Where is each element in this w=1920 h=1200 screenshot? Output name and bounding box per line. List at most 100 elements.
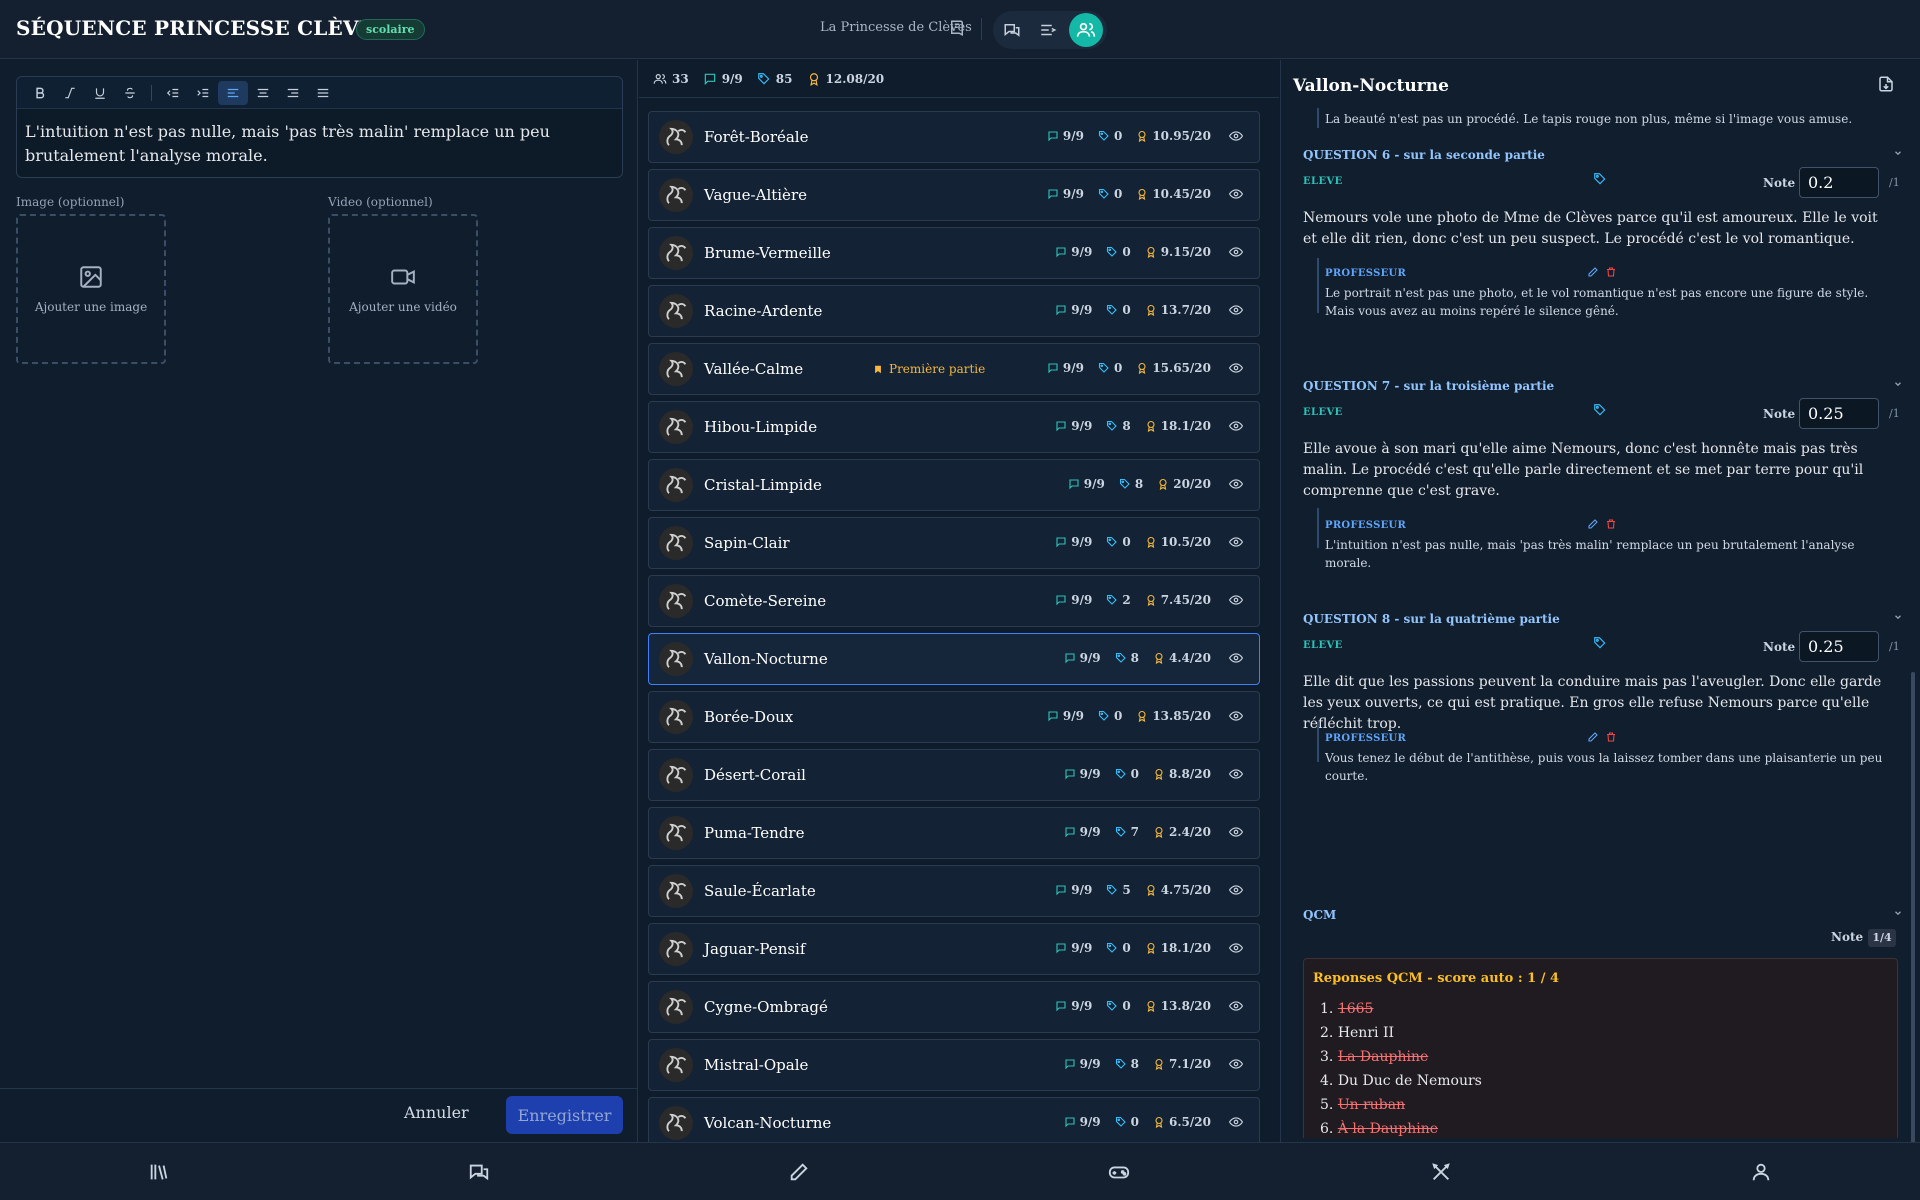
tag-icon[interactable] — [1593, 636, 1607, 650]
trash-icon[interactable] — [1605, 266, 1617, 278]
eye-icon[interactable] — [1229, 825, 1243, 839]
bold-button[interactable] — [25, 81, 55, 105]
tools-icon[interactable] — [1430, 1161, 1452, 1183]
add-image-dropzone[interactable]: Ajouter une image — [16, 214, 166, 364]
student-row[interactable]: Sapin-Clair 9/9 0 10.5/20 — [648, 517, 1260, 569]
chat-view-button[interactable] — [997, 15, 1027, 45]
student-row[interactable]: Comète-Sereine 9/9 2 7.45/20 — [648, 575, 1260, 627]
editor-content[interactable]: L'intuition n'est pas nulle, mais 'pas t… — [17, 109, 622, 179]
eye-icon[interactable] — [1229, 651, 1243, 665]
student-row[interactable]: Racine-Ardente 9/9 0 13.7/20 — [648, 285, 1260, 337]
eye-icon[interactable] — [1229, 1115, 1243, 1129]
list-view-button[interactable] — [1033, 15, 1063, 45]
students-view-button[interactable] — [1069, 13, 1103, 47]
eye-icon[interactable] — [1229, 1057, 1243, 1071]
student-stats: 9/9 0 18.1/20 — [1055, 941, 1243, 955]
align-left-button[interactable] — [218, 80, 248, 105]
eye-icon[interactable] — [1229, 999, 1243, 1013]
eye-icon[interactable] — [1229, 187, 1243, 201]
align-justify-button[interactable] — [308, 81, 338, 105]
student-row[interactable]: Brume-Vermeille 9/9 0 9.15/20 — [648, 227, 1260, 279]
eye-icon[interactable] — [1229, 941, 1243, 955]
align-right-button[interactable] — [278, 81, 308, 105]
outdent-button[interactable] — [158, 81, 188, 105]
align-center-button[interactable] — [248, 81, 278, 105]
eye-icon[interactable] — [1229, 593, 1243, 607]
student-row[interactable]: Hibou-Limpide 9/9 8 18.1/20 — [648, 401, 1260, 453]
student-row[interactable]: Vallon-Nocturne 9/9 8 4.4/20 — [648, 633, 1260, 685]
chevron-down-icon[interactable] — [1893, 379, 1903, 389]
indent-button[interactable] — [188, 81, 218, 105]
q7-note-input[interactable]: 0.25 — [1799, 398, 1879, 429]
student-row[interactable]: Forêt-Boréale 9/9 0 10.95/20 — [648, 111, 1260, 163]
note-label: Note — [1831, 930, 1864, 944]
trash-icon[interactable] — [1605, 731, 1617, 743]
detail-scroll-area[interactable]: La beauté n'est pas un procédé. Le tapis… — [1293, 108, 1908, 1138]
eye-icon[interactable] — [1229, 767, 1243, 781]
add-video-dropzone[interactable]: Ajouter une vidéo — [328, 214, 478, 364]
chevron-down-icon[interactable] — [1893, 908, 1903, 918]
chevron-down-icon[interactable] — [1893, 612, 1903, 622]
eye-icon[interactable] — [1229, 361, 1243, 375]
student-row[interactable]: Saule-Écarlate 9/9 5 4.75/20 — [648, 865, 1260, 917]
qcm-answer: 1. 1665 — [1320, 1001, 1374, 1017]
q6-note-input[interactable]: 0.2 — [1799, 167, 1879, 198]
qcm-title[interactable]: QCM — [1303, 908, 1336, 922]
avatar — [659, 990, 693, 1024]
trash-icon[interactable] — [1605, 518, 1617, 530]
student-row[interactable]: Vallée-Calme Première partie 9/9 0 15.65/20 — [648, 343, 1260, 395]
cancel-button[interactable]: Annuler — [404, 1103, 469, 1122]
student-name: Borée-Doux — [704, 708, 794, 726]
editor-footer: Annuler Enregistrer — [0, 1088, 638, 1142]
eye-icon[interactable] — [1229, 129, 1243, 143]
award-icon: 18.1/20 — [1145, 941, 1211, 955]
comment-icon: 9/9 — [1064, 651, 1101, 665]
tag-icon: 0 — [1115, 767, 1139, 781]
italic-button[interactable] — [55, 81, 85, 105]
underline-button[interactable] — [85, 81, 115, 105]
tag-icon: 0 — [1106, 999, 1131, 1013]
tag-icon[interactable] — [1593, 403, 1607, 417]
student-row[interactable]: Désert-Corail 9/9 0 8.8/20 — [648, 749, 1260, 801]
eye-icon[interactable] — [1229, 419, 1243, 433]
eye-icon[interactable] — [1229, 477, 1243, 491]
student-row[interactable]: Jaguar-Pensif 9/9 0 18.1/20 — [648, 923, 1260, 975]
export-pdf-icon[interactable] — [1877, 75, 1895, 93]
student-row[interactable]: Borée-Doux 9/9 0 13.85/20 — [648, 691, 1260, 743]
tag-icon[interactable] — [1593, 172, 1607, 186]
eye-icon[interactable] — [1229, 535, 1243, 549]
save-button[interactable]: Enregistrer — [506, 1096, 623, 1134]
toolbar-separator — [151, 84, 152, 101]
pencil-icon[interactable] — [1587, 266, 1599, 278]
strikethrough-button[interactable] — [115, 81, 145, 105]
q8-note-input[interactable]: 0.25 — [1799, 631, 1879, 662]
detail-scrollbar[interactable] — [1911, 672, 1915, 1142]
chevron-down-icon[interactable] — [1893, 148, 1903, 158]
student-row[interactable]: Cygne-Ombragé 9/9 0 13.8/20 — [648, 981, 1260, 1033]
pen-icon[interactable] — [788, 1161, 810, 1183]
book-icon[interactable] — [948, 19, 966, 37]
question-6-title[interactable]: QUESTION 6 - sur la seconde partie — [1303, 148, 1545, 162]
tag-icon: 0 — [1115, 1115, 1139, 1129]
messages-icon[interactable] — [468, 1161, 490, 1183]
library-icon[interactable] — [148, 1161, 170, 1183]
student-row[interactable]: Mistral-Opale 9/9 8 7.1/20 — [648, 1039, 1260, 1091]
rich-text-editor[interactable]: L'intuition n'est pas nulle, mais 'pas t… — [16, 76, 623, 178]
bottom-navigation — [0, 1142, 1920, 1200]
student-row[interactable]: Volcan-Nocturne 9/9 0 6.5/20 — [648, 1097, 1260, 1142]
eleve-label: ELEVE — [1303, 640, 1343, 651]
student-row[interactable]: Cristal-Limpide 9/9 8 20/20 — [648, 459, 1260, 511]
comment-icon — [704, 73, 715, 85]
pencil-icon[interactable] — [1587, 731, 1599, 743]
question-7-title[interactable]: QUESTION 7 - sur la troisième partie — [1303, 379, 1554, 393]
student-row[interactable]: Vague-Altière 9/9 0 10.45/20 — [648, 169, 1260, 221]
eye-icon[interactable] — [1229, 245, 1243, 259]
eye-icon[interactable] — [1229, 883, 1243, 897]
user-icon[interactable] — [1750, 1161, 1772, 1183]
eye-icon[interactable] — [1229, 709, 1243, 723]
eye-icon[interactable] — [1229, 303, 1243, 317]
student-row[interactable]: Puma-Tendre 9/9 7 2.4/20 — [648, 807, 1260, 859]
gamepad-icon[interactable] — [1108, 1161, 1130, 1183]
pencil-icon[interactable] — [1587, 518, 1599, 530]
question-8-title[interactable]: QUESTION 8 - sur la quatrième partie — [1303, 612, 1560, 626]
